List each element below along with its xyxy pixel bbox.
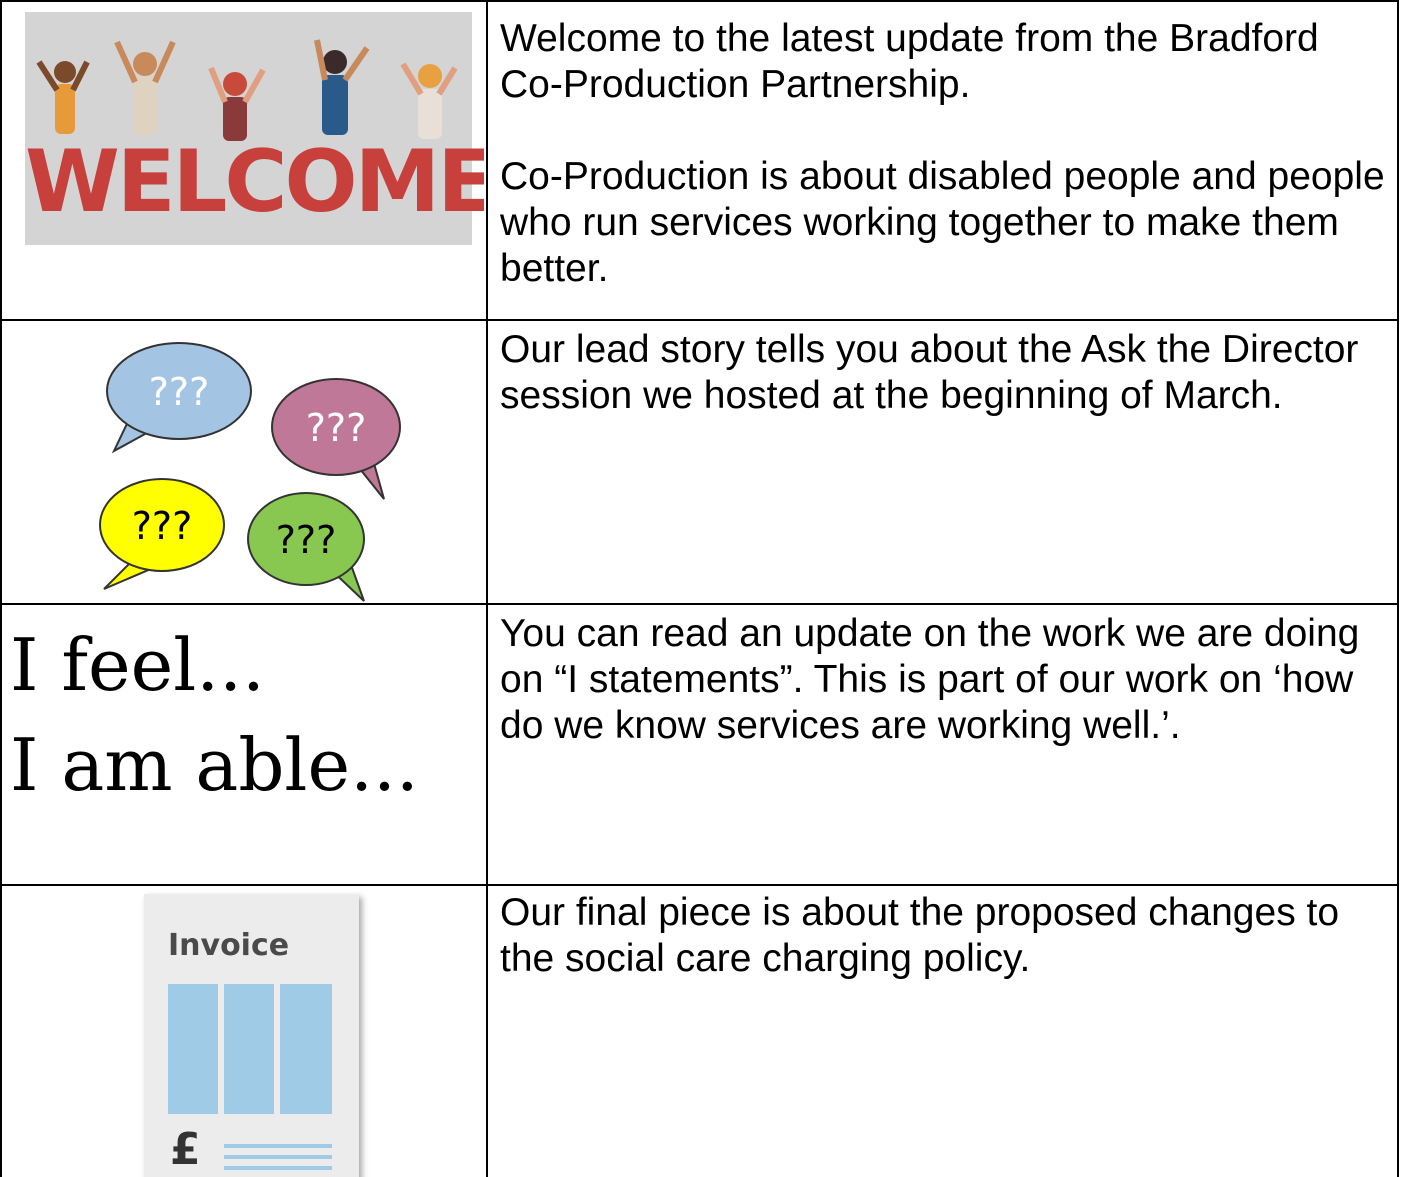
text-cell: Welcome to the latest update from the Br… <box>500 2 1390 319</box>
table-row: ??? ??? ??? ??? Our lead story tells you… <box>0 321 1405 603</box>
pound-icon: £ <box>170 1124 201 1175</box>
table-row: Invoice £ Our final piece is about the p… <box>0 886 1405 1177</box>
paragraph: Welcome to the latest update from the Br… <box>500 17 1319 106</box>
invoice-column <box>224 984 274 1114</box>
i-feel-text: I feel... <box>10 623 265 707</box>
image-cell: WELCOME <box>4 2 484 319</box>
invoice-column <box>280 984 332 1114</box>
image-cell: ??? ??? ??? ??? <box>4 321 484 603</box>
invoice-image: Invoice £ <box>144 894 359 1177</box>
paragraph: Co-Production is about disabled people a… <box>500 155 1385 290</box>
invoice-line <box>224 1155 332 1159</box>
i-statements-image: I feel... I am able... <box>10 615 419 815</box>
invoice-line <box>224 1166 332 1170</box>
invoice-title: Invoice <box>168 928 290 963</box>
welcome-image: WELCOME <box>25 12 484 245</box>
bubble-label: ??? <box>306 406 367 450</box>
paragraph: Our final piece is about the proposed ch… <box>500 891 1340 980</box>
invoice-line <box>224 1144 332 1148</box>
table-row: I feel... I am able... You can read an u… <box>0 605 1405 884</box>
image-cell: Invoice £ <box>4 886 484 1177</box>
text-cell: You can read an update on the work we ar… <box>500 605 1390 884</box>
invoice-column <box>168 984 218 1114</box>
paragraph: You can read an update on the work we ar… <box>500 612 1360 747</box>
image-cell: I feel... I am able... <box>4 605 484 884</box>
text-cell: Our lead story tells you about the Ask t… <box>500 321 1390 603</box>
bubble-label: ??? <box>149 370 210 414</box>
welcome-word: WELCOME <box>25 132 484 232</box>
bubble-label: ??? <box>276 518 337 562</box>
paragraph: Our lead story tells you about the Ask t… <box>500 328 1359 417</box>
bubble-label: ??? <box>132 504 193 548</box>
table-row: WELCOME Welcome to the latest update fro… <box>0 2 1405 319</box>
i-am-able-text: I am able... <box>10 723 419 807</box>
text-cell: Our final piece is about the proposed ch… <box>500 886 1390 1177</box>
speech-bubbles-icon: ??? ??? ??? ??? <box>99 342 401 602</box>
